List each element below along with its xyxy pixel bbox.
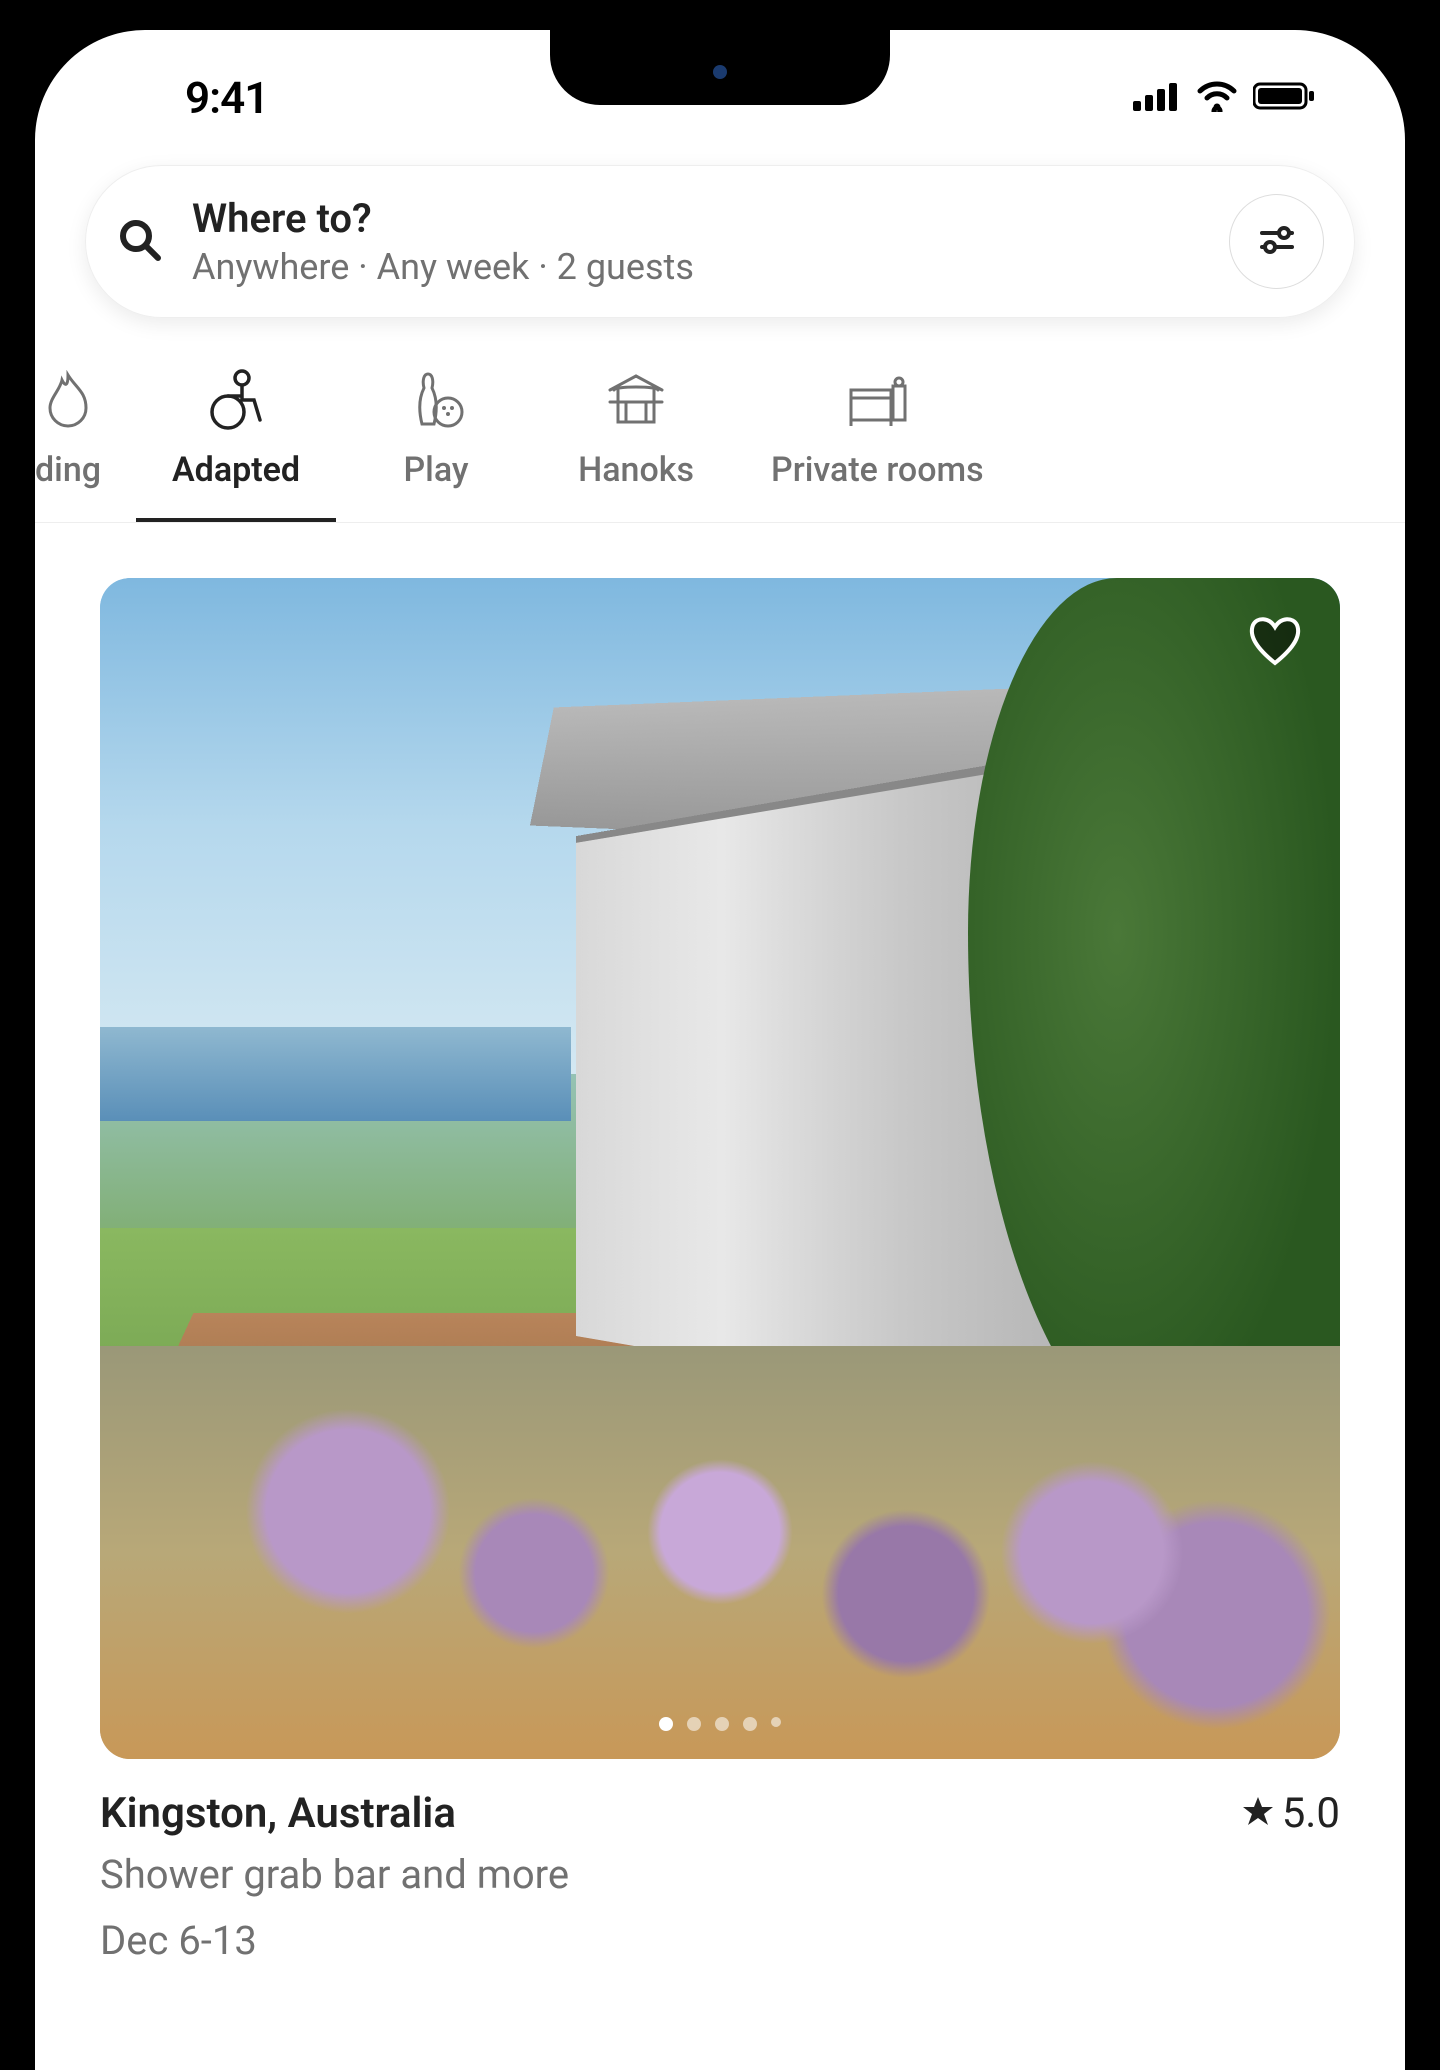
- wifi-icon: [1195, 80, 1239, 116]
- phone-screen: 9:41 Where to? Anywhere · Any week ·: [35, 30, 1405, 2070]
- listing-title: Kingston, Australia: [100, 1789, 456, 1838]
- phone-device-frame: 9:41 Where to? Anywhere · Any week ·: [0, 0, 1440, 2070]
- hanok-icon: [604, 368, 668, 432]
- search-bar[interactable]: Where to? Anywhere · Any week · 2 guests: [85, 165, 1355, 318]
- listing-info: Kingston, Australia 5.0 Shower grab bar …: [100, 1759, 1340, 1970]
- search-title: Where to?: [192, 195, 1201, 242]
- category-tab-private-rooms[interactable]: Private rooms: [736, 368, 1019, 518]
- bowling-icon: [404, 368, 468, 432]
- listing-photo: [100, 578, 1340, 1759]
- category-tab-hanoks[interactable]: Hanoks: [536, 368, 736, 518]
- filter-sliders-icon: [1257, 220, 1297, 264]
- search-icon: [116, 216, 164, 268]
- listing-rating: 5.0: [1242, 1789, 1340, 1838]
- cellular-signal-icon: [1133, 81, 1181, 115]
- carousel-dot: [743, 1717, 757, 1731]
- category-label: Hanoks: [578, 450, 694, 490]
- category-label: Private rooms: [771, 450, 984, 490]
- phone-notch: [550, 30, 890, 105]
- heart-icon: [1245, 613, 1305, 673]
- rating-value: 5.0: [1282, 1789, 1340, 1838]
- listing-features: Shower grab bar and more: [100, 1846, 1340, 1904]
- category-tab-play[interactable]: Play: [336, 368, 536, 518]
- listing-card[interactable]: Kingston, Australia 5.0 Shower grab bar …: [35, 523, 1405, 1970]
- search-text-area: Where to? Anywhere · Any week · 2 guests: [192, 195, 1201, 288]
- listing-image-carousel[interactable]: [100, 578, 1340, 1759]
- listing-dates: Dec 6-13: [100, 1912, 1340, 1970]
- fire-icon: [36, 368, 100, 432]
- status-time: 9:41: [185, 72, 268, 124]
- category-tab-trending[interactable]: ding: [35, 368, 136, 518]
- carousel-dot: [687, 1717, 701, 1731]
- carousel-dot: [659, 1717, 673, 1731]
- category-label: ding: [35, 450, 101, 490]
- filter-button[interactable]: [1229, 194, 1324, 289]
- category-tab-adapted[interactable]: Adapted: [136, 368, 336, 522]
- category-label: Adapted: [172, 450, 300, 490]
- category-label: Play: [403, 450, 468, 490]
- star-icon: [1242, 1789, 1274, 1838]
- category-tabs[interactable]: ding Adapted Play Hanoks: [35, 338, 1405, 523]
- favorite-button[interactable]: [1240, 608, 1310, 678]
- wheelchair-icon: [204, 368, 268, 432]
- status-icons: [1133, 80, 1315, 116]
- search-subtitle: Anywhere · Any week · 2 guests: [192, 246, 1201, 288]
- carousel-dot: [771, 1717, 781, 1727]
- battery-icon: [1253, 81, 1315, 115]
- carousel-dot: [715, 1717, 729, 1731]
- carousel-pagination-dots: [659, 1717, 781, 1731]
- bedroom-icon: [845, 368, 909, 432]
